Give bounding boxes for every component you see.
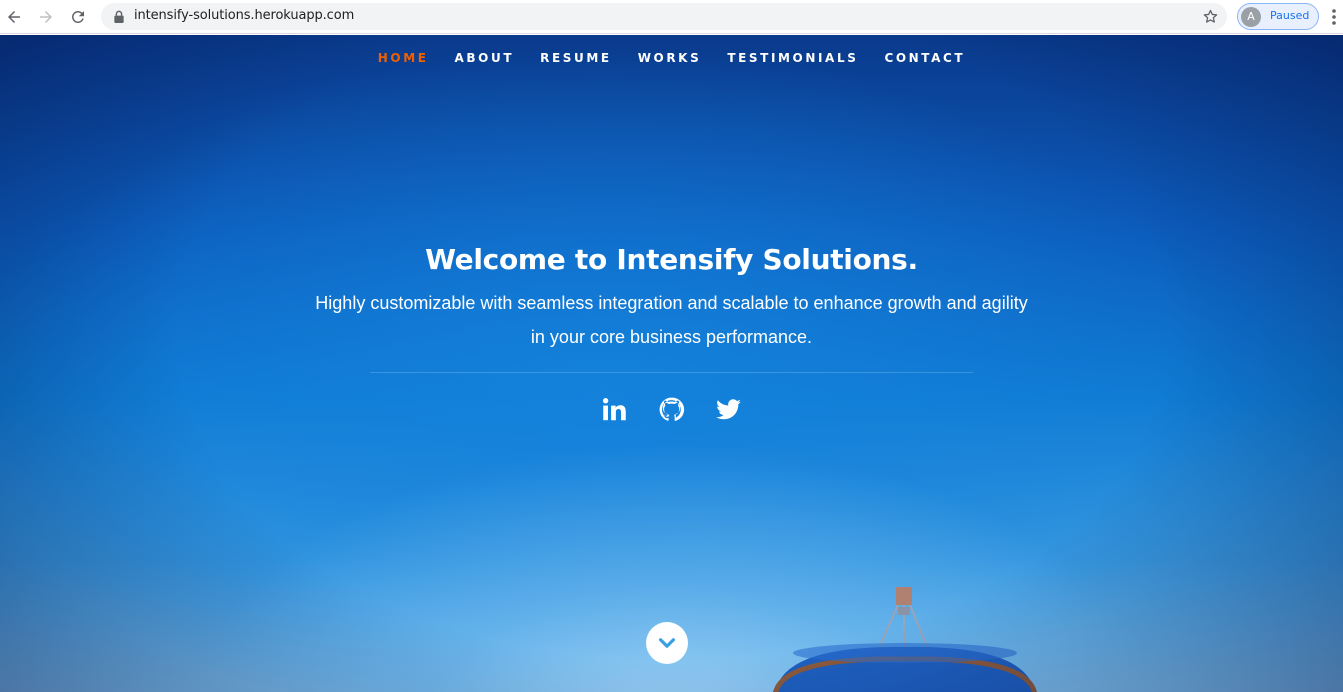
twitter-link[interactable] — [715, 396, 742, 423]
linkedin-icon — [602, 398, 626, 421]
lock-icon — [114, 10, 124, 23]
avatar: A — [1241, 7, 1261, 27]
forward-button[interactable] — [35, 6, 57, 28]
reload-button[interactable] — [67, 6, 89, 28]
github-link[interactable] — [658, 396, 685, 423]
arrow-right-icon — [40, 11, 52, 23]
profile-button[interactable]: A Paused — [1237, 3, 1319, 30]
nav-resume[interactable]: RESUME — [527, 51, 625, 65]
chevron-down-icon — [658, 638, 676, 648]
linkedin-link[interactable] — [601, 396, 628, 423]
divider — [370, 372, 973, 373]
browser-toolbar: intensify-solutions.herokuapp.com A Paus… — [0, 0, 1343, 34]
nav-works[interactable]: WORKS — [625, 51, 715, 65]
main-nav: HOME ABOUT RESUME WORKS TESTIMONIALS CON… — [0, 51, 1343, 65]
address-bar[interactable]: intensify-solutions.herokuapp.com — [101, 3, 1227, 30]
hero-section: HOME ABOUT RESUME WORKS TESTIMONIALS CON… — [0, 35, 1343, 692]
hero-subtitle-line-1: Highly customizable with seamless integr… — [315, 293, 1028, 313]
satellite-dish-image — [773, 587, 1037, 692]
profile-status: Paused — [1270, 9, 1310, 22]
nav-about[interactable]: ABOUT — [442, 51, 528, 65]
more-menu-icon[interactable] — [1331, 8, 1337, 26]
scroll-down-button[interactable] — [646, 622, 688, 664]
nav-testimonials[interactable]: TESTIMONIALS — [714, 51, 871, 65]
star-icon[interactable] — [1202, 8, 1219, 25]
page-title: Welcome to Intensify Solutions. — [425, 243, 918, 276]
hero-subtitle-line-2: in your core business performance. — [530, 327, 813, 347]
nav-contact[interactable]: CONTACT — [871, 51, 978, 65]
back-button[interactable] — [3, 6, 25, 28]
twitter-icon — [716, 399, 741, 420]
reload-icon — [71, 10, 84, 23]
url-text: intensify-solutions.herokuapp.com — [134, 8, 355, 23]
nav-home[interactable]: HOME — [365, 51, 442, 65]
arrow-left-icon — [8, 11, 20, 23]
github-icon — [659, 397, 685, 421]
social-links — [0, 396, 1343, 423]
